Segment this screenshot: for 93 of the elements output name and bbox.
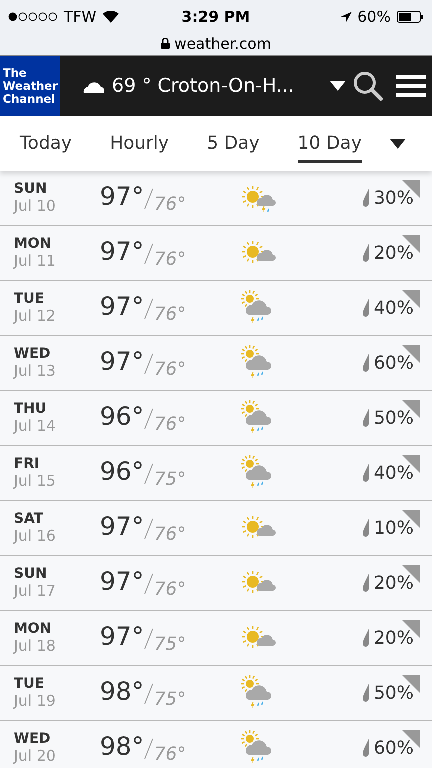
weekday-label: MON xyxy=(14,621,53,637)
low-temperature: 76° xyxy=(154,194,186,214)
low-temperature: 76° xyxy=(154,248,186,270)
low-temperature: 75° xyxy=(154,688,186,710)
date-label: Jul 20 xyxy=(14,747,57,765)
precipitation-chance: 20% xyxy=(374,572,414,594)
weekday-label: WED xyxy=(14,731,52,747)
precipitation-chance: 60% xyxy=(374,738,414,758)
weekday-label: TUE xyxy=(14,291,46,307)
raindrop-icon xyxy=(362,739,370,757)
signal-strength-icon xyxy=(8,12,58,22)
precipitation-chance: 10% xyxy=(374,518,414,538)
slash-divider-icon xyxy=(144,298,154,320)
low-temperature: 76° xyxy=(154,304,186,324)
high-temperature: 98° xyxy=(100,732,144,760)
page-url[interactable]: weather.com xyxy=(174,34,272,52)
precipitation-chance: 20% xyxy=(374,628,414,648)
date-label: Jul 14 xyxy=(14,417,57,435)
weekday-label: FRI xyxy=(14,456,41,472)
weekday-label: MON xyxy=(14,236,53,252)
slash-divider-icon xyxy=(144,628,154,650)
date-label: Jul 16 xyxy=(14,527,57,545)
high-temperature: 97° xyxy=(100,566,144,596)
precipitation-chance: 20% xyxy=(374,242,414,264)
date-label: Jul 12 xyxy=(14,307,57,325)
slash-divider-icon xyxy=(144,242,154,264)
low-temperature: 76° xyxy=(154,524,186,544)
raindrop-icon xyxy=(362,519,370,537)
weekday-label: WED xyxy=(14,346,52,362)
dropdown-caret-icon xyxy=(330,81,346,91)
high-temperature: 96° xyxy=(100,456,144,486)
date-label: Jul 11 xyxy=(14,252,57,270)
high-temperature: 97° xyxy=(100,292,144,320)
low-temperature: 75° xyxy=(154,634,186,654)
raindrop-icon xyxy=(362,189,370,207)
low-temperature: 75° xyxy=(154,468,186,490)
battery-icon xyxy=(396,11,424,23)
low-temperature: 76° xyxy=(154,414,186,434)
weekday-label: SAT xyxy=(14,511,44,527)
high-temperature: 97° xyxy=(100,512,144,540)
clock-time: 3:29 PM xyxy=(182,8,250,26)
date-label: Jul 15 xyxy=(14,472,57,490)
raindrop-icon xyxy=(362,299,370,317)
low-temperature: 76° xyxy=(154,744,186,764)
raindrop-icon xyxy=(362,244,370,262)
forecast-tab[interactable]: Today xyxy=(20,124,72,162)
date-label: Jul 17 xyxy=(14,582,57,600)
slash-divider-icon xyxy=(144,352,154,374)
slash-divider-icon xyxy=(144,408,154,430)
carrier-name: TFW xyxy=(64,8,97,26)
raindrop-icon xyxy=(362,574,370,592)
precipitation-chance: 40% xyxy=(374,462,414,484)
slash-divider-icon xyxy=(144,572,154,594)
slash-divider-icon xyxy=(144,462,154,484)
raindrop-icon xyxy=(362,684,370,702)
location-arrow-icon xyxy=(340,12,352,22)
slash-divider-icon xyxy=(144,738,154,760)
lock-icon xyxy=(160,38,170,49)
weather-channel-logo[interactable]: The Weather Channel xyxy=(0,56,60,116)
date-label: Jul 10 xyxy=(14,197,57,215)
forecast-tab[interactable]: Hourly xyxy=(110,124,170,162)
high-temperature: 98° xyxy=(100,676,144,706)
forecast-tab[interactable]: 5 Day xyxy=(207,124,260,162)
weekday-label: TUE xyxy=(14,676,46,692)
precipitation-chance: 50% xyxy=(374,682,414,704)
wifi-icon xyxy=(102,11,119,23)
raindrop-icon xyxy=(362,629,370,647)
weekday-label: SUN xyxy=(14,181,48,197)
raindrop-icon xyxy=(362,409,370,427)
high-temperature: 96° xyxy=(100,402,144,430)
raindrop-icon xyxy=(362,464,370,482)
high-temperature: 97° xyxy=(100,346,144,376)
slash-divider-icon xyxy=(144,188,154,210)
precipitation-chance: 60% xyxy=(374,352,414,374)
precipitation-chance: 50% xyxy=(374,408,414,428)
weekday-label: THU xyxy=(14,401,48,417)
raindrop-icon xyxy=(362,354,370,372)
date-label: Jul 19 xyxy=(14,692,57,710)
high-temperature: 97° xyxy=(100,236,144,266)
date-label: Jul 13 xyxy=(14,362,57,380)
slash-divider-icon xyxy=(144,682,154,704)
location-selector[interactable]: 69 ° Croton-On-H... xyxy=(82,75,346,97)
low-temperature: 76° xyxy=(154,578,186,600)
date-label: Jul 18 xyxy=(14,637,57,655)
battery-percent: 60% xyxy=(358,8,391,26)
precipitation-chance: 30% xyxy=(374,188,414,208)
low-temperature: 76° xyxy=(154,358,186,380)
high-temperature: 97° xyxy=(100,182,144,210)
weekday-label: SUN xyxy=(14,566,48,582)
precipitation-chance: 40% xyxy=(374,298,414,318)
high-temperature: 97° xyxy=(100,622,144,650)
slash-divider-icon xyxy=(144,518,154,540)
forecast-tab[interactable]: 10 Day xyxy=(298,124,362,162)
